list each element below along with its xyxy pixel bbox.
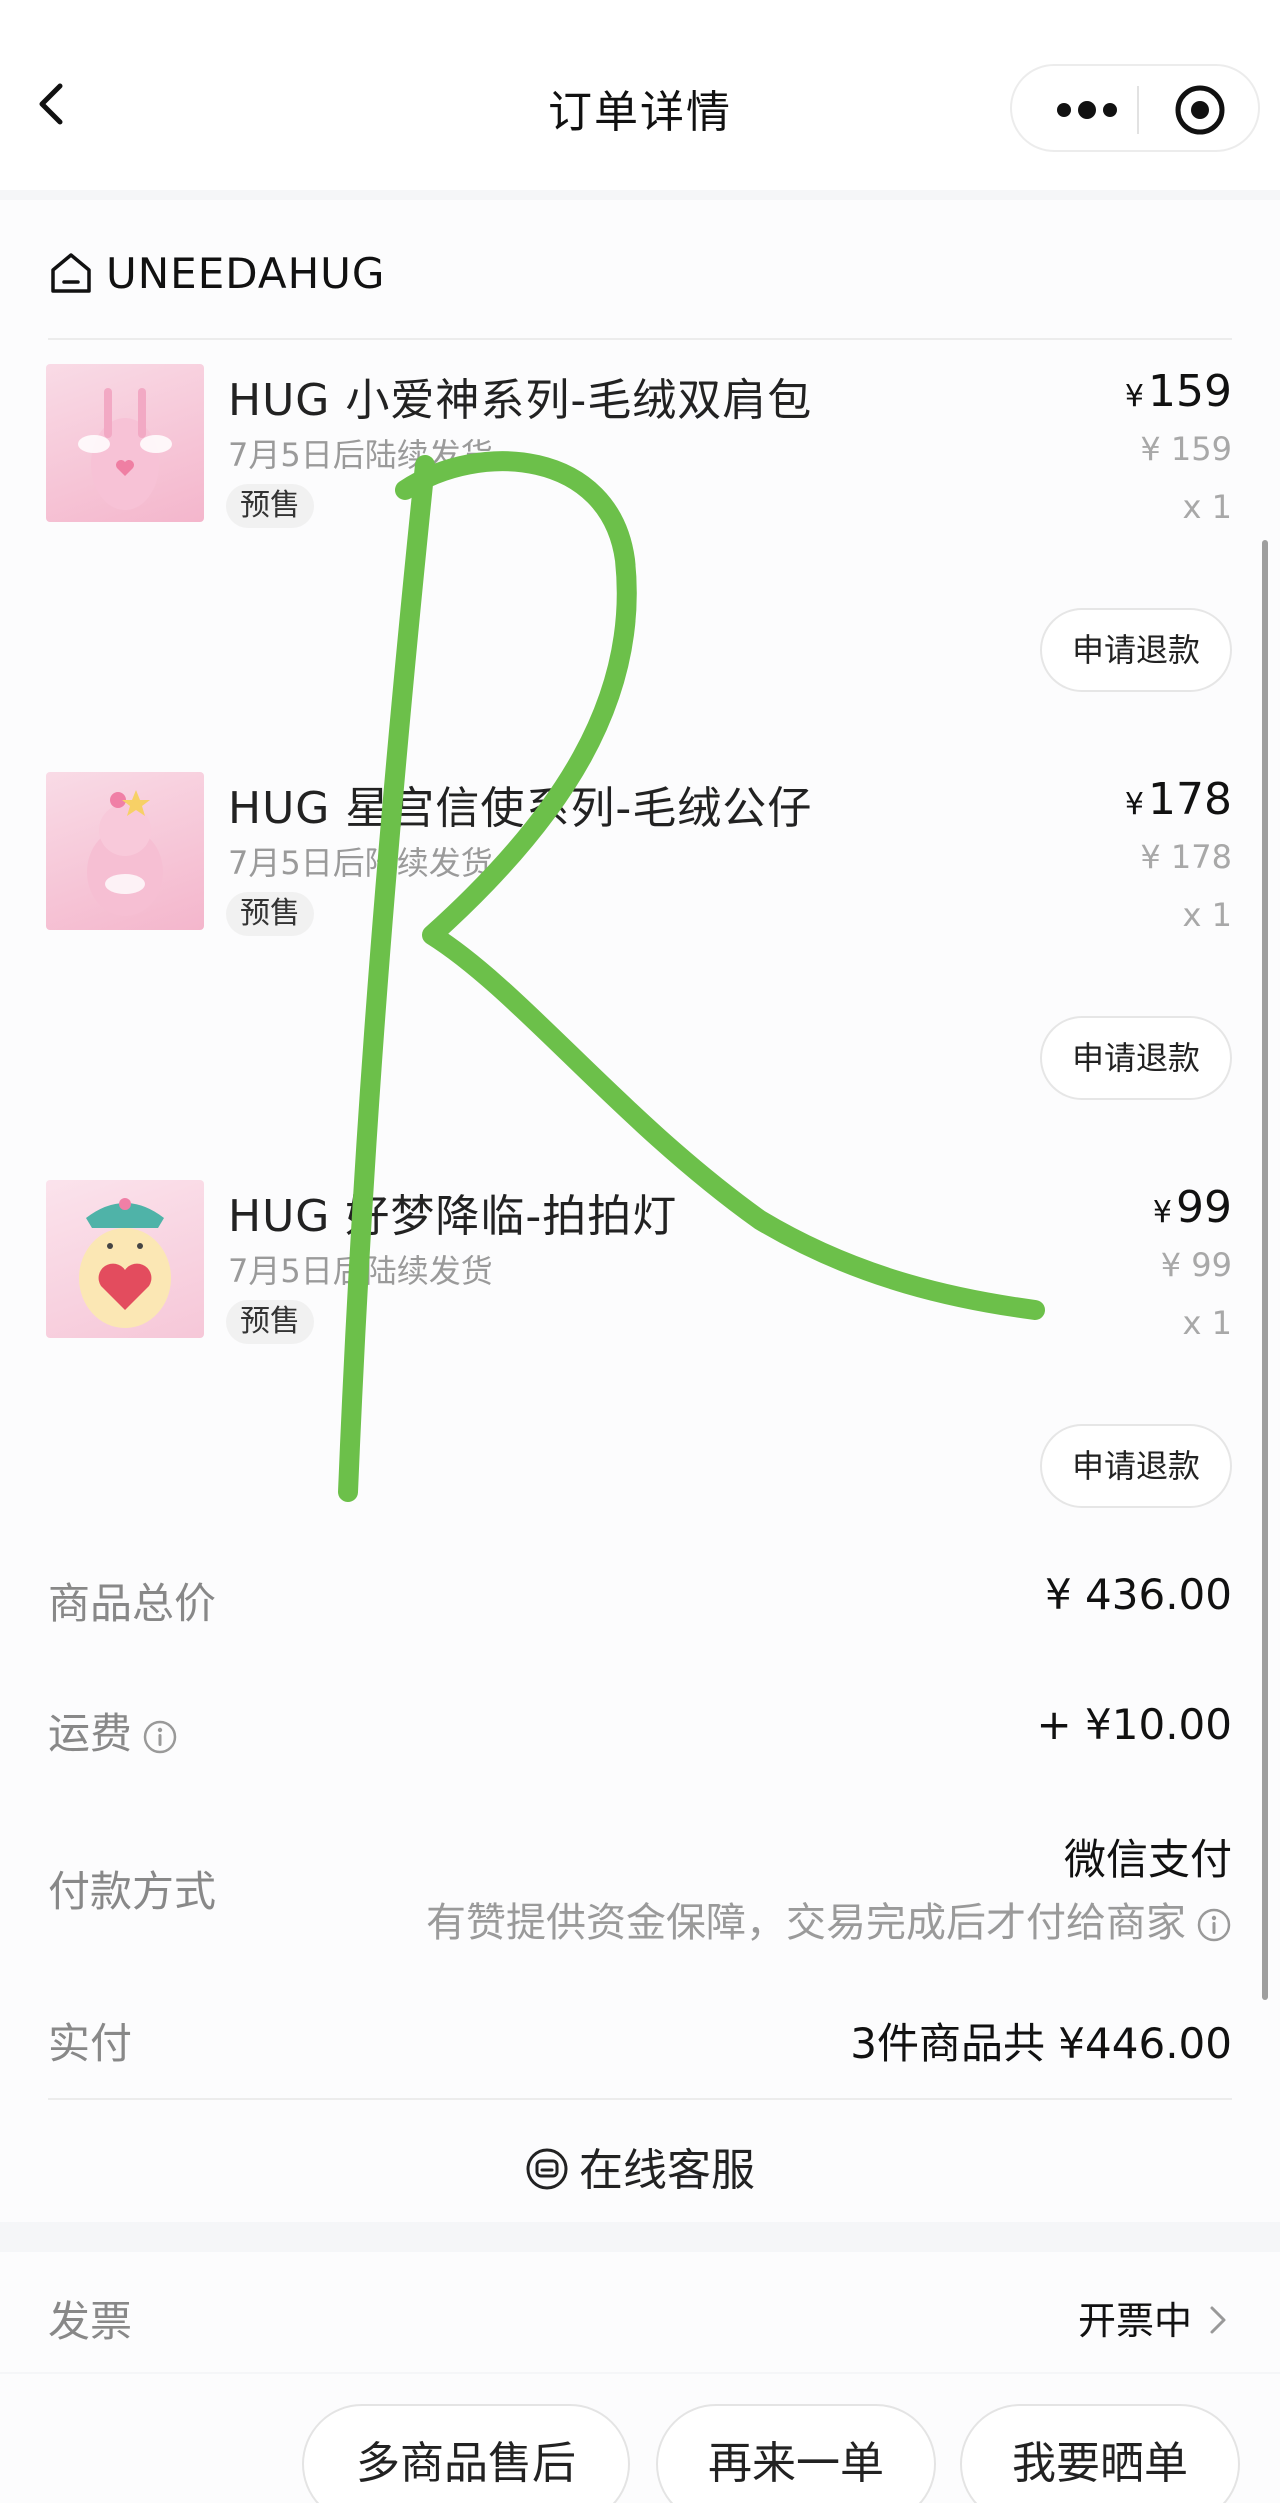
online-service-label: 在线客服	[579, 2145, 755, 2196]
item-price: ¥159	[1125, 366, 1232, 417]
price-value: 178	[1148, 774, 1232, 825]
product-name: HUG 小爱神系列-毛绒双肩包	[228, 375, 813, 426]
paid-value: 3件商品共 ¥446.00	[850, 2019, 1232, 2068]
original-price: ¥ 159	[1140, 430, 1232, 468]
info-icon[interactable]	[1196, 1907, 1232, 1943]
shop-header[interactable]: UNEEDAHUG	[48, 240, 385, 306]
invoice-row[interactable]: 发票 开票中	[0, 2252, 1280, 2372]
payment-label: 付款方式	[48, 1867, 217, 1916]
shipping-note: 7月5日后陆续发货	[228, 436, 493, 474]
product-name: HUG 星宫信使系列-毛绒公仔	[228, 783, 813, 834]
item-quantity: x 1	[1182, 896, 1232, 934]
refund-button[interactable]: 申请退款	[1040, 1016, 1232, 1100]
price-value: 99	[1176, 1182, 1232, 1233]
mini-program-capsule	[1010, 64, 1260, 152]
item-price: ¥99	[1153, 1182, 1232, 1233]
original-price: ¥ 178	[1140, 838, 1232, 876]
close-target-icon[interactable]	[1172, 82, 1228, 138]
original-price: ¥ 99	[1160, 1246, 1232, 1284]
refund-button[interactable]: 申请退款	[1040, 608, 1232, 692]
order-item[interactable]: HUG 好梦降临-拍拍灯 7月5日后陆续发货 预售 ¥99 ¥ 99 x 1 申…	[0, 1180, 1280, 1540]
product-name: HUG 好梦降临-拍拍灯	[228, 1191, 678, 1242]
shipping-note: 7月5日后陆续发货	[228, 844, 493, 882]
item-price: ¥178	[1125, 774, 1232, 825]
bottom-action-bar: 多商品售后 再来一单 我要晒单	[0, 2374, 1280, 2503]
currency-symbol: ¥	[1124, 379, 1145, 414]
presale-tag: 预售	[226, 1300, 314, 1344]
chevron-right-icon	[1210, 2306, 1226, 2334]
currency-symbol: ¥	[1152, 1195, 1172, 1230]
refund-button[interactable]: 申请退款	[1040, 1424, 1232, 1508]
shipping-value: + ¥10.00	[1036, 1700, 1232, 1749]
shipping-note: 7月5日后陆续发货	[228, 1252, 493, 1290]
store-icon	[51, 253, 91, 293]
payment-note: 有赞提供资金保障，交易完成后才付给商家	[426, 1900, 1186, 1946]
shipping-label: 运费	[48, 1709, 133, 1758]
more-dots-icon[interactable]	[1042, 88, 1132, 132]
payment-row: 付款方式 微信支付 有赞提供资金保障，交易完成后才付给商家	[48, 1826, 1232, 1956]
item-quantity: x 1	[1182, 488, 1232, 526]
capsule-divider	[1137, 86, 1139, 134]
order-item[interactable]: HUG 小爱神系列-毛绒双肩包 7月5日后陆续发货 预售 ¥159 ¥ 159 …	[0, 364, 1280, 724]
presale-tag: 预售	[226, 892, 314, 936]
info-icon[interactable]	[142, 1719, 178, 1755]
order-item[interactable]: HUG 星宫信使系列-毛绒公仔 7月5日后陆续发货 预售 ¥178 ¥ 178 …	[0, 772, 1280, 1132]
divider	[48, 338, 1232, 340]
presale-tag: 预售	[226, 484, 314, 528]
payment-value: 微信支付	[1063, 1835, 1232, 1884]
customer-service-icon	[526, 2148, 568, 2190]
price-value: 159	[1148, 366, 1232, 417]
multi-item-after-sale-button[interactable]: 多商品售后	[302, 2404, 630, 2503]
invoice-status-group: 开票中	[1078, 2290, 1232, 2345]
divider	[48, 2098, 1232, 2100]
invoice-label: 发票	[48, 2297, 133, 2346]
paid-label: 实付	[48, 2019, 133, 2068]
online-service-button[interactable]: 在线客服	[0, 2134, 1280, 2198]
shipping-label-group: 运费	[48, 1700, 178, 1761]
product-image-backpack	[46, 364, 204, 522]
goods-total-value: ¥ 436.00	[1044, 1570, 1232, 1619]
goods-total-label: 商品总价	[48, 1579, 217, 1628]
reorder-button[interactable]: 再来一单	[656, 2404, 936, 2503]
product-image-plush	[46, 772, 204, 930]
currency-symbol: ¥	[1124, 787, 1145, 822]
share-order-button[interactable]: 我要晒单	[960, 2404, 1240, 2503]
payment-note-group: 有赞提供资金保障，交易完成后才付给商家	[426, 1890, 1232, 1948]
product-image-lamp	[46, 1180, 204, 1338]
scrollbar[interactable]	[1262, 540, 1268, 2000]
top-bar: 订单详情	[0, 0, 1280, 190]
invoice-status: 开票中	[1077, 2299, 1192, 2343]
item-quantity: x 1	[1182, 1304, 1232, 1342]
shop-name: UNEEDAHUG	[106, 248, 386, 298]
